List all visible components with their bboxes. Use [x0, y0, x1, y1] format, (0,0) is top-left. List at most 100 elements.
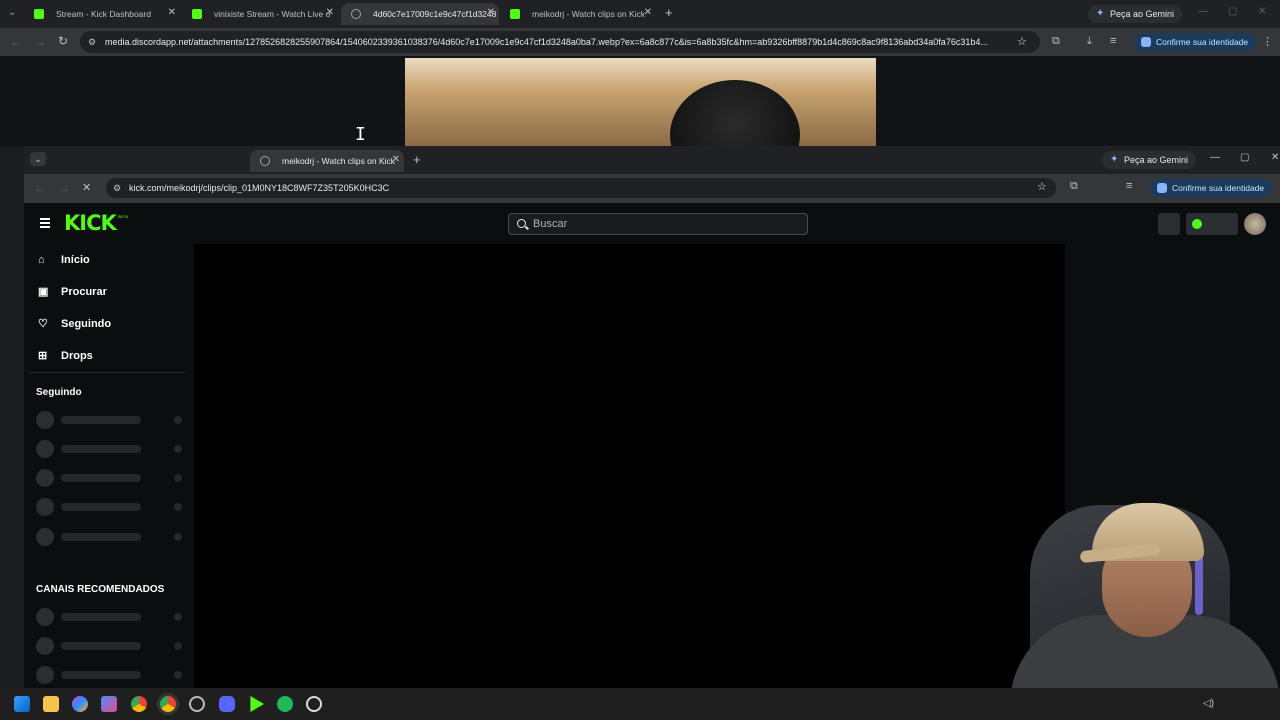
- extensions-icon[interactable]: ⧉: [1070, 180, 1078, 193]
- star-icon[interactable]: ☆: [1017, 35, 1027, 48]
- sidebar-item-inicio[interactable]: ⌂ Início: [38, 252, 90, 268]
- app-icon[interactable]: [189, 696, 205, 712]
- channel-skeleton: [36, 608, 184, 626]
- tab-title: vinixiste Stream - Watch Live o: [214, 9, 331, 19]
- channel-skeleton: [36, 440, 184, 458]
- tab-search-icon[interactable]: ⌄: [8, 7, 16, 18]
- tab-meikodrj[interactable]: meikodrj - Watch clips on Kick ✕: [500, 3, 656, 25]
- kick-k-icon: [1192, 219, 1202, 229]
- tab-title: 4d60c7e17009c1e9c47cf1d3248: [373, 9, 497, 19]
- channel-skeleton: [36, 498, 184, 516]
- chrome-icon[interactable]: [131, 696, 147, 712]
- tab-discord-image[interactable]: 4d60c7e17009c1e9c47cf1d3248 ✕: [341, 3, 499, 25]
- sidebar-item-procurar[interactable]: ▣ Procurar: [38, 284, 107, 300]
- tab-title: Stream - Kick Dashboard: [56, 9, 151, 19]
- spotify-icon[interactable]: [277, 696, 293, 712]
- close-icon[interactable]: ✕: [644, 7, 652, 18]
- back-url: media.discordapp.net/attachments/1278526…: [105, 37, 988, 47]
- chrome-active-icon[interactable]: [160, 696, 176, 712]
- tab-title: meikodrj - Watch clips on Kick: [532, 9, 646, 19]
- kick-status-button[interactable]: [1186, 213, 1238, 235]
- menu-icon[interactable]: ⋮: [1262, 35, 1273, 48]
- tab-title: meikodrj - Watch clips on Kick: [282, 156, 396, 166]
- tab-meikodrj-clips[interactable]: meikodrj - Watch clips on Kick ✕: [250, 150, 404, 172]
- heart-icon: ♡: [38, 318, 48, 330]
- sidebar-item-label: Procurar: [61, 286, 107, 298]
- front-address-bar[interactable]: ⚙ kick.com/meikodrj/clips/clip_01M0NY18C…: [106, 178, 1056, 198]
- kick-logo[interactable]: KICK: [64, 211, 117, 235]
- volume-icon[interactable]: ◁): [1203, 698, 1214, 709]
- close-window-icon[interactable]: ✕: [1271, 152, 1279, 163]
- divider: [28, 372, 186, 373]
- following-section-title: Seguindo: [36, 387, 82, 398]
- channel-skeleton: [36, 666, 184, 684]
- back-arrow-icon[interactable]: ←: [10, 35, 22, 49]
- back-tab-strip: ⌄ Stream - Kick Dashboard ✕ vinixiste St…: [0, 0, 1280, 28]
- channel-skeleton: [36, 411, 184, 429]
- copilot-icon[interactable]: [72, 696, 88, 712]
- forward-arrow-icon[interactable]: →: [58, 181, 70, 195]
- tab-vinixiste[interactable]: vinixiste Stream - Watch Live o ✕: [182, 3, 338, 25]
- site-info-icon[interactable]: ⚙: [88, 31, 96, 53]
- windows-start-icon[interactable]: [14, 696, 30, 712]
- close-icon[interactable]: ✕: [487, 7, 495, 18]
- apps-icon[interactable]: [101, 696, 117, 712]
- extensions-icon[interactable]: ⧉: [1052, 35, 1060, 48]
- discord-image: [405, 58, 876, 146]
- media-player-icon[interactable]: [306, 696, 322, 712]
- loading-favicon-icon: [260, 156, 270, 166]
- search-placeholder: Buscar: [533, 218, 568, 230]
- minimize-icon[interactable]: —: [1198, 6, 1208, 17]
- channel-skeleton: [36, 637, 184, 655]
- channel-skeleton: [36, 469, 184, 487]
- sidebar-item-drops[interactable]: ⊞ Drops: [38, 348, 93, 364]
- close-icon[interactable]: ✕: [326, 7, 334, 18]
- avatar[interactable]: [1244, 213, 1266, 235]
- new-tab-icon[interactable]: +: [665, 5, 673, 20]
- menu-hamburger-icon[interactable]: [40, 218, 50, 228]
- confirm-identity-button[interactable]: Confirme sua identidade: [1134, 33, 1257, 51]
- sidebar-item-label: Seguindo: [61, 318, 112, 330]
- media-icon[interactable]: ≡: [1126, 180, 1132, 192]
- channel-skeleton: [36, 528, 184, 546]
- media-icon[interactable]: ≡: [1110, 35, 1116, 47]
- browse-icon: ▣: [38, 286, 49, 298]
- back-arrow-icon[interactable]: ←: [34, 181, 46, 195]
- tab-search-icon[interactable]: ⌄: [30, 152, 46, 166]
- kick-favicon-icon: [192, 9, 202, 19]
- close-icon[interactable]: ✕: [392, 154, 400, 165]
- webcam-overlay: [1010, 495, 1280, 720]
- download-icon[interactable]: ⤓: [1087, 35, 1092, 48]
- maximize-icon[interactable]: ▢: [1228, 6, 1237, 17]
- close-icon[interactable]: ✕: [168, 7, 176, 18]
- video-player[interactable]: [194, 244, 1065, 688]
- notification-button[interactable]: [1158, 213, 1180, 235]
- search-icon: [517, 219, 526, 228]
- globe-favicon-icon: [351, 9, 361, 19]
- tab-kick-dashboard[interactable]: Stream - Kick Dashboard ✕: [24, 3, 180, 25]
- kick-favicon-icon: [510, 9, 520, 19]
- sidebar-item-label: Drops: [61, 350, 93, 362]
- new-tab-icon[interactable]: +: [413, 152, 421, 167]
- close-window-icon[interactable]: ✕: [1258, 6, 1266, 17]
- minimize-icon[interactable]: —: [1210, 152, 1220, 163]
- discord-icon[interactable]: [219, 696, 235, 712]
- forward-arrow-icon[interactable]: →: [34, 35, 46, 49]
- gemini-button[interactable]: Peça ao Gemini: [1088, 5, 1183, 23]
- front-tab-strip: ⌄ meikodrj - Watch clips on Kick ✕ + Peç…: [24, 146, 1280, 174]
- gemini-button[interactable]: Peça ao Gemini: [1102, 151, 1197, 169]
- home-icon: ⌂: [38, 254, 45, 266]
- text-cursor-icon: I: [355, 124, 366, 145]
- beta-badge: BETA: [118, 214, 129, 219]
- confirm-identity-button[interactable]: Confirme sua identidade: [1150, 179, 1273, 197]
- sidebar-item-seguindo[interactable]: ♡ Seguindo: [38, 316, 111, 332]
- search-input[interactable]: Buscar: [508, 213, 808, 235]
- reload-icon[interactable]: ↻: [58, 34, 68, 48]
- site-info-icon[interactable]: ⚙: [113, 178, 121, 198]
- file-explorer-icon[interactable]: [43, 696, 59, 712]
- star-icon[interactable]: ☆: [1037, 180, 1047, 193]
- kick-favicon-icon: [34, 9, 44, 19]
- stop-loading-icon[interactable]: ✕: [82, 181, 91, 194]
- maximize-icon[interactable]: ▢: [1240, 152, 1249, 163]
- back-address-bar[interactable]: ⚙ media.discordapp.net/attachments/12785…: [80, 31, 1040, 53]
